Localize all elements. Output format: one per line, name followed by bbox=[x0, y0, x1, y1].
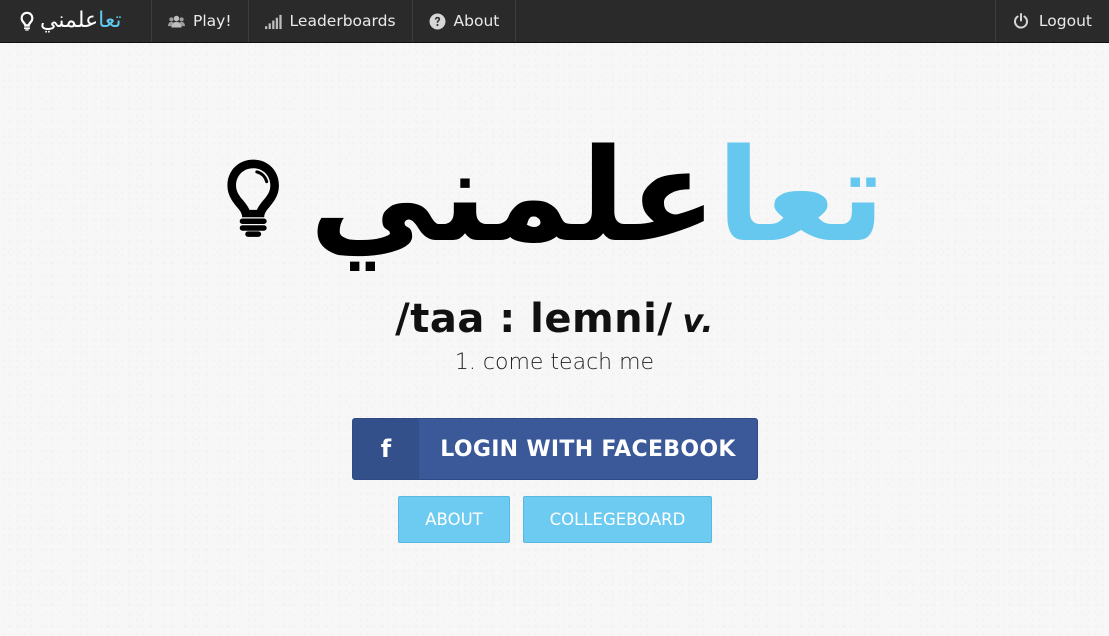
facebook-login-button[interactable]: f LOGIN WITH FACEBOOK bbox=[352, 418, 758, 480]
nav-about[interactable]: About bbox=[413, 0, 517, 42]
hero-logo: تعاعلمني bbox=[225, 112, 885, 282]
pronunciation: /taa : lemni/v. bbox=[0, 296, 1109, 342]
about-button[interactable]: ABOUT bbox=[398, 496, 510, 543]
logo-wordmark: تعاعلمني bbox=[309, 133, 885, 261]
brand-text-white: علمني bbox=[40, 8, 99, 33]
lightbulb-icon bbox=[227, 159, 279, 237]
brand-logo-link[interactable]: تعاعلمني bbox=[0, 0, 152, 42]
nav-play[interactable]: Play! bbox=[152, 0, 249, 42]
nav-leaderboards-label: Leaderboards bbox=[289, 12, 396, 30]
top-navbar: تعاعلمني Play! Leaderboards About Logout bbox=[0, 0, 1109, 43]
nav-play-label: Play! bbox=[193, 12, 232, 30]
power-icon bbox=[1013, 13, 1028, 29]
brand-text-blue: تعا bbox=[98, 8, 122, 33]
logo-text-black: علمني bbox=[309, 122, 717, 271]
lightbulb-icon bbox=[20, 11, 34, 31]
facebook-icon: f bbox=[353, 419, 419, 479]
nav-leaderboards[interactable]: Leaderboards bbox=[249, 0, 413, 42]
signal-bars-icon bbox=[264, 14, 282, 29]
nav-logout[interactable]: Logout bbox=[994, 0, 1109, 42]
definition: 1. come teach me bbox=[454, 350, 655, 375]
users-icon bbox=[168, 15, 185, 27]
pronunciation-text: /taa : lemni/ bbox=[395, 296, 673, 342]
logo-text-blue: تعا bbox=[716, 122, 885, 271]
collegeboard-button[interactable]: COLLEGEBOARD bbox=[523, 496, 712, 543]
nav-logout-label: Logout bbox=[1038, 12, 1092, 30]
question-circle-icon bbox=[429, 13, 445, 29]
part-of-speech: v. bbox=[682, 302, 714, 340]
nav-about-label: About bbox=[453, 12, 500, 30]
facebook-login-label: LOGIN WITH FACEBOOK bbox=[440, 436, 736, 462]
